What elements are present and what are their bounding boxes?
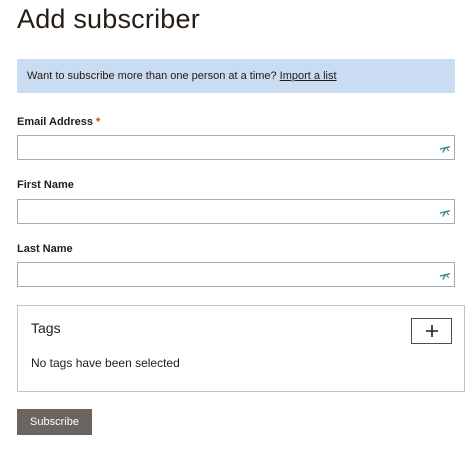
tags-panel: Tags No tags have been selected: [17, 305, 465, 392]
last-name-autofill-icon[interactable]: [439, 269, 451, 281]
tags-empty-message: No tags have been selected: [31, 356, 180, 370]
import-list-banner: Want to subscribe more than one person a…: [17, 59, 455, 93]
tags-title: Tags: [31, 320, 61, 336]
last-name-label: Last Name: [17, 243, 73, 255]
page-title: Add subscriber: [17, 4, 200, 34]
subscribe-button[interactable]: Subscribe: [17, 409, 92, 435]
first-name-input[interactable]: [17, 199, 455, 224]
banner-text: Want to subscribe more than one person a…: [27, 70, 277, 82]
email-label-text: Email Address: [17, 116, 94, 128]
add-tag-button[interactable]: [411, 318, 452, 344]
last-name-input[interactable]: [17, 262, 455, 287]
required-asterisk: *: [96, 116, 101, 128]
first-name-label: First Name: [17, 179, 74, 191]
email-autofill-icon[interactable]: [439, 142, 451, 154]
plus-icon: [425, 325, 438, 337]
email-label: Email Address *: [17, 115, 100, 129]
email-input[interactable]: [17, 135, 455, 160]
import-list-link[interactable]: Import a list: [280, 70, 337, 82]
first-name-autofill-icon[interactable]: [439, 206, 451, 218]
